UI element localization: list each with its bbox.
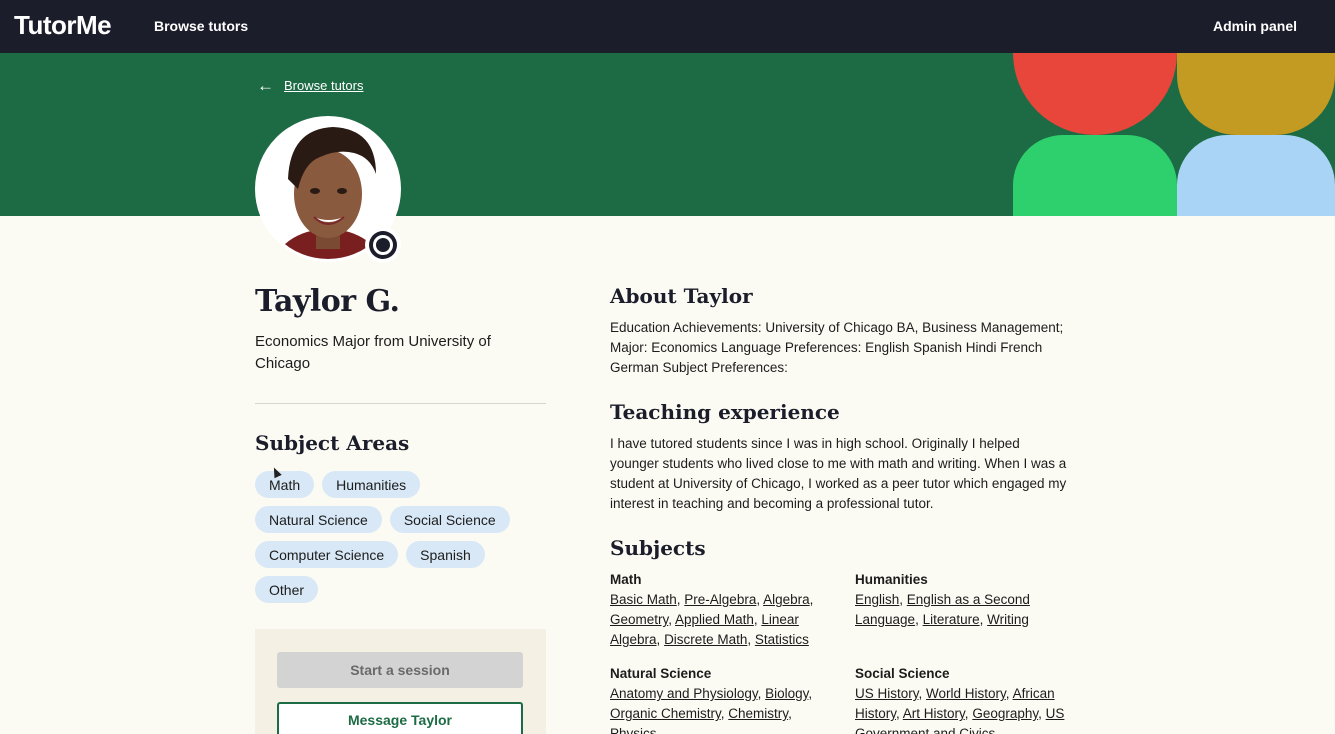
chip-spanish[interactable]: Spanish (406, 541, 485, 568)
subject-link[interactable]: Organic Chemistry (610, 706, 721, 721)
subject-link[interactable]: Chemistry (728, 706, 788, 721)
top-nav: TutorMe Browse tutors Admin panel (0, 0, 1335, 53)
decor-red-circle (1013, 53, 1177, 135)
subject-group-social-science: Social Science US History, World History… (855, 664, 1080, 734)
subject-link[interactable]: Applied Math (675, 612, 754, 627)
message-tutor-button[interactable]: Message Taylor (277, 702, 523, 734)
decor-gold-shape (1177, 53, 1335, 135)
subject-link[interactable]: Discrete Math (664, 632, 747, 647)
arrow-left-icon: ← (257, 76, 274, 95)
subject-links: Anatomy and Physiology, Biology, Organic… (610, 684, 832, 734)
logo[interactable]: TutorMe (14, 10, 112, 41)
subject-group-natural-science: Natural Science Anatomy and Physiology, … (610, 664, 832, 734)
subject-links: English, English as a Second Language, L… (855, 592, 1030, 627)
action-panel: Start a session Message Taylor (255, 629, 546, 734)
subject-group-heading: Social Science (855, 666, 950, 681)
subject-links: Basic Math, Pre-Algebra, Algebra, Geomet… (610, 592, 814, 647)
subject-link[interactable]: Algebra (763, 592, 810, 607)
start-session-button[interactable]: Start a session (277, 652, 523, 688)
chip-natural-science[interactable]: Natural Science (255, 506, 382, 533)
nav-admin-panel[interactable]: Admin panel (1213, 18, 1297, 34)
chip-math[interactable]: Math (255, 471, 315, 498)
tutor-name: Taylor G. (255, 284, 400, 319)
status-indicator-icon (365, 227, 401, 263)
subject-group-heading: Humanities (855, 572, 928, 587)
subject-link[interactable]: Basic Math (610, 592, 677, 607)
subject-link[interactable]: Art History (903, 706, 965, 721)
nav-browse-tutors[interactable]: Browse tutors (154, 18, 248, 34)
about-text: Education Achievements: University of Ch… (610, 320, 1064, 375)
subject-links: US History, World History, African Histo… (855, 684, 1080, 734)
chip-computer-science[interactable]: Computer Science (255, 541, 399, 568)
subject-link[interactable]: English (855, 592, 899, 607)
divider (255, 403, 546, 404)
subject-link[interactable]: Anatomy and Physiology (610, 686, 758, 701)
chip-social-science[interactable]: Social Science (389, 506, 510, 533)
tutor-headline: Economics Major from University of Chica… (255, 333, 491, 372)
subject-link[interactable]: Statistics (755, 632, 809, 647)
teaching-experience-text: I have tutored students since I was in h… (610, 436, 1067, 511)
about-heading: About Taylor (610, 284, 753, 308)
subject-link[interactable]: World History (926, 686, 1006, 701)
subject-area-chips: Math Humanities Natural Science Social S… (255, 471, 555, 611)
subjects-heading: Subjects (610, 536, 706, 560)
subject-group-heading: Natural Science (610, 666, 712, 681)
hero-banner (0, 53, 1335, 216)
subject-group-math: Math Basic Math, Pre-Algebra, Algebra, G… (610, 570, 832, 650)
subject-link[interactable]: US History (855, 686, 919, 701)
subject-link[interactable]: Physics (610, 726, 657, 734)
subject-link[interactable]: Pre-Algebra (684, 592, 756, 607)
chip-humanities[interactable]: Humanities (322, 471, 421, 498)
subject-group-humanities: Humanities English, English as a Second … (855, 570, 1075, 630)
subject-link[interactable]: Literature (923, 612, 980, 627)
subject-link[interactable]: Writing (987, 612, 1029, 627)
subject-link[interactable]: Geography (972, 706, 1038, 721)
subject-link[interactable]: Geometry (610, 612, 668, 627)
decor-green-shape (1013, 135, 1177, 216)
back-link-label: Browse tutors (284, 78, 364, 93)
decor-blue-shape (1177, 135, 1335, 216)
back-to-browse-link[interactable]: ← Browse tutors (257, 77, 363, 94)
subject-group-heading: Math (610, 572, 642, 587)
teaching-experience-heading: Teaching experience (610, 400, 840, 424)
subject-areas-heading: Subject Areas (255, 431, 410, 455)
chip-other[interactable]: Other (255, 576, 319, 603)
subject-link[interactable]: Biology (765, 686, 808, 701)
